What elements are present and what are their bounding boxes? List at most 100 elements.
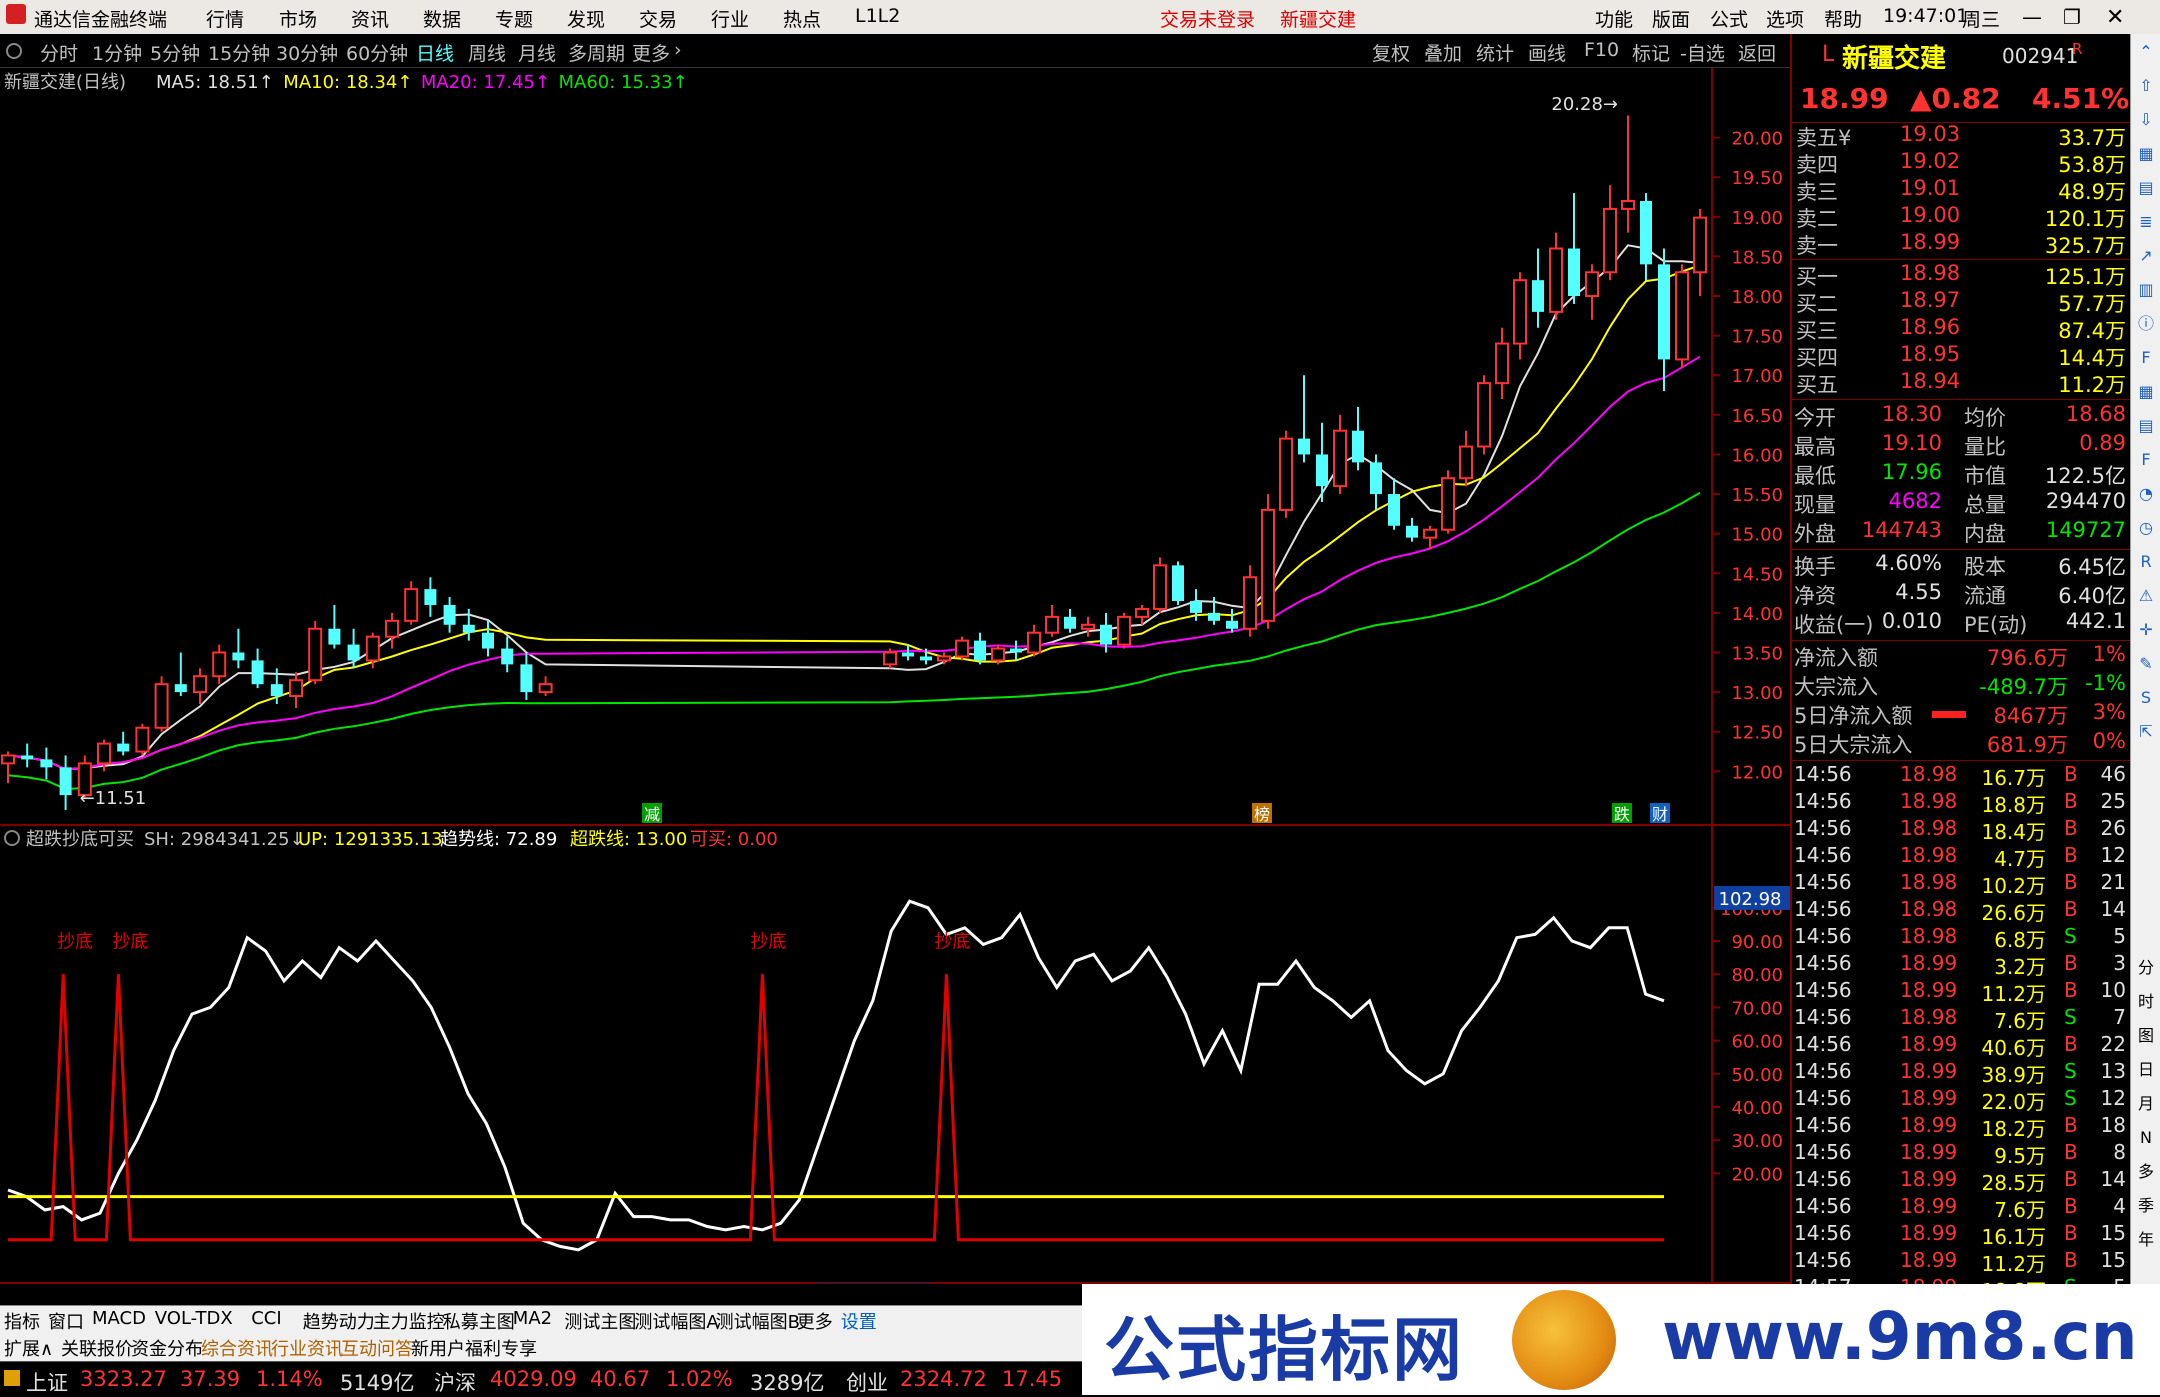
period-tab[interactable]: 30分钟 [276,39,338,66]
tool-button[interactable]: -自选 [1680,39,1725,66]
trend-icon[interactable]: ↗ [2134,244,2158,268]
indicator-tab[interactable]: CCI [251,1308,281,1329]
indicator-tab[interactable]: 主力监控 [373,1308,445,1334]
indicator-tab[interactable]: 私募主图 [443,1308,515,1334]
calc-icon[interactable]: ▤ [2134,414,2158,438]
period-tab[interactable]: 5分钟 [150,39,200,66]
candle-icon[interactable]: ▥ [2134,278,2158,302]
export-icon[interactable]: ⇱ [2134,720,2158,744]
menu-item[interactable]: 数据 [423,5,461,32]
extension-tab[interactable]: 资金分布 [131,1335,203,1361]
rsi-icon[interactable]: R [2134,550,2158,574]
menu-item[interactable]: 交易 [639,5,677,32]
chart-icon[interactable]: ▤ [2134,176,2158,200]
pen-icon[interactable]: ✎ [2134,652,2158,676]
indicator-tab[interactable]: 更多 [797,1308,833,1334]
candle-body [443,604,456,625]
extension-tab[interactable]: 行业资讯 [271,1335,343,1361]
trade-status-link[interactable]: 交易未登录 [1160,5,1255,32]
indicator-tab[interactable]: MACD [92,1308,146,1329]
f10-icon[interactable]: F [2134,346,2158,370]
tick-volume: 16.7万 [1981,766,2046,790]
period-tab[interactable]: 周线 [468,39,506,66]
chart-area[interactable]: 20.00 19.50 19.00 18.50 18.00 17.50 17.00 16.50… [0,68,1790,1284]
alert-icon[interactable]: ⚠ [2134,584,2158,608]
period-shortcut[interactable]: 季 [2134,1194,2158,1218]
indicator-tab[interactable]: VOL-TDX [155,1308,233,1329]
chevron-up-icon[interactable]: ⌃ [2134,40,2158,64]
menu-item[interactable]: 市场 [279,5,317,32]
menu-item-right[interactable]: 帮助 [1824,5,1862,32]
period-tab[interactable]: 60分钟 [346,39,408,66]
extension-tab[interactable]: 关联报价 [61,1335,133,1361]
menu-item-right[interactable]: 公式 [1710,5,1748,32]
close-icon[interactable]: ✕ [2106,5,2124,30]
tool-button[interactable]: F10 [1584,39,1619,61]
index-name[interactable]: 创业 [846,1367,888,1397]
period-shortcut[interactable]: 时 [2134,990,2158,1014]
pie-icon[interactable]: ◔ [2134,482,2158,506]
period-tab[interactable]: 分时 [40,39,78,66]
menu-item[interactable]: 行业 [711,5,749,32]
list-icon[interactable]: ≣ [2134,210,2158,234]
indicator-tab[interactable]: 窗口 [48,1308,84,1334]
chevron-right-icon[interactable]: › [674,39,682,61]
tool-button[interactable]: 标记 [1632,39,1670,66]
extension-tab[interactable]: 新用户福利专享 [411,1335,537,1361]
up-arrow-icon[interactable]: ⇧ [2134,74,2158,98]
period-shortcut[interactable]: N [2134,1126,2158,1150]
period-shortcut[interactable]: 月 [2134,1092,2158,1116]
menu-item-right[interactable]: 功能 [1595,5,1633,32]
indicator-tab[interactable]: 趋势动力 [303,1308,375,1334]
period-tab[interactable]: 月线 [518,39,556,66]
stat-value: 122.5亿 [2044,464,2126,488]
indicator-tab[interactable]: 测试主图 [564,1308,636,1334]
tool-button[interactable]: 画线 [1528,39,1566,66]
minimize-icon[interactable]: — [2022,5,2042,29]
table-icon[interactable]: ▦ [2134,380,2158,404]
extension-tab[interactable]: 扩展∧ [4,1335,53,1361]
index-name[interactable]: 沪深 [434,1367,476,1397]
period-tab-more[interactable]: 更多 [632,39,670,66]
period-shortcut[interactable]: 图 [2134,1024,2158,1048]
indicator-tab[interactable]: 测试幅图B [716,1308,800,1334]
indicator-tab[interactable]: 测试幅图A [634,1308,718,1334]
menu-item-right[interactable]: 版面 [1652,5,1690,32]
history-icon[interactable]: ◷ [2134,516,2158,540]
tool-button[interactable]: 统计 [1476,39,1514,66]
stock-tab[interactable]: 新疆交建 [1280,5,1356,32]
tool-button[interactable]: 返回 [1738,39,1776,66]
period-tab[interactable]: 1分钟 [92,39,142,66]
indicator-tab[interactable]: MA2 [513,1308,552,1329]
index-name[interactable]: 上证 [26,1367,68,1397]
menu-item-right[interactable]: 选项 [1766,5,1804,32]
extension-tab[interactable]: 综合资讯 [201,1335,273,1361]
period-shortcut[interactable]: 日 [2134,1058,2158,1082]
tool-button[interactable]: 叠加 [1424,39,1462,66]
period-tab-active[interactable]: 日线 [416,39,454,66]
fs-icon[interactable]: S [2134,686,2158,710]
indicator-tab[interactable]: 指标 [4,1308,40,1334]
period-shortcut[interactable]: 年 [2134,1228,2158,1252]
down-arrow-icon[interactable]: ⇩ [2134,108,2158,132]
chart-f2-icon[interactable]: F [2134,448,2158,472]
menu-item[interactable]: 热点 [783,5,821,32]
grid-icon[interactable]: ▦ [2134,142,2158,166]
menu-item[interactable]: 资讯 [351,5,389,32]
menu-item[interactable]: L1L2 [855,5,900,27]
menu-item[interactable]: 行情 [206,5,244,32]
info-icon[interactable]: ⓘ [2134,312,2158,336]
period-tab[interactable]: 15分钟 [208,39,270,66]
toggle-icon[interactable] [6,43,22,59]
restore-icon[interactable]: ❐ [2063,5,2081,29]
tool-button[interactable]: 复权 [1372,39,1410,66]
menu-item[interactable]: 发现 [567,5,605,32]
target-icon[interactable]: ✛ [2134,618,2158,642]
period-shortcut[interactable]: 分 [2134,956,2158,980]
candle-body [1208,612,1220,621]
menu-item[interactable]: 专题 [495,5,533,32]
period-tab[interactable]: 多周期 [568,39,625,66]
period-shortcut[interactable]: 多 [2134,1160,2158,1184]
indicator-tab[interactable]: 设置 [841,1308,877,1334]
extension-tab[interactable]: 互动问答 [341,1335,413,1361]
